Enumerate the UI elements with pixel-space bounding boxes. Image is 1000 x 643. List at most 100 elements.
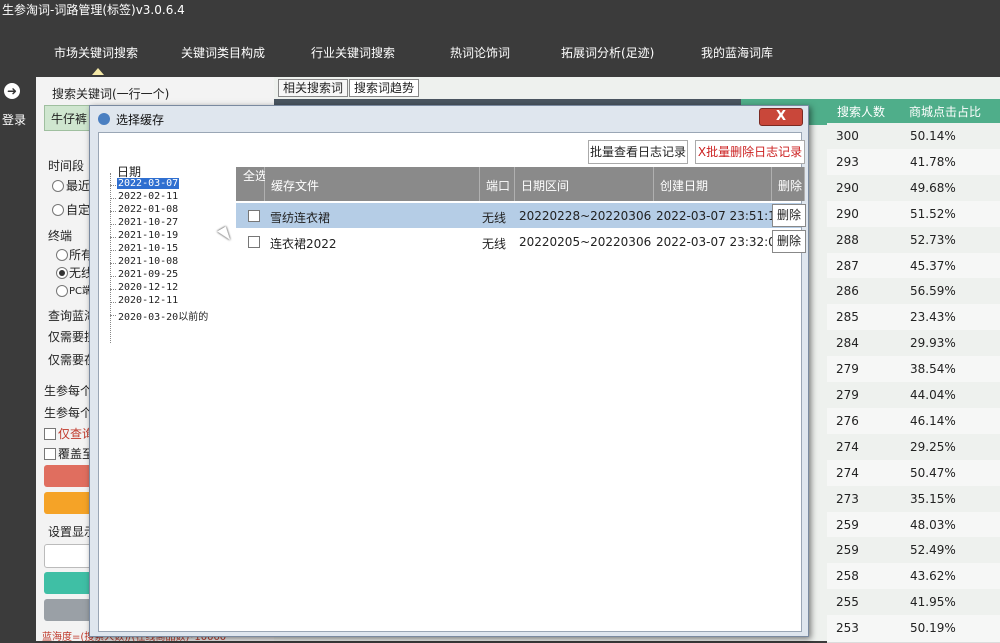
tree-date-item[interactable]: 2022-03-07 (117, 178, 180, 189)
tree-date-item[interactable]: 2020-03-20以前的 (117, 308, 209, 323)
searchers-value: 274 (836, 439, 859, 454)
grid-row[interactable]: 290 49.68% (827, 174, 1000, 203)
grid-row[interactable]: 273 35.15% (827, 485, 1000, 514)
searchers-value: 259 (836, 517, 859, 532)
col-searchers[interactable]: 搜索人数 (837, 99, 885, 125)
searchers-value: 259 (836, 543, 859, 558)
grid-row[interactable]: 285 23.43% (827, 304, 1000, 333)
searchers-value: 258 (836, 569, 859, 584)
col-click-ratio[interactable]: 商城点击占比 (909, 99, 981, 125)
grid-row[interactable]: 276 46.14% (827, 407, 1000, 436)
grid-row[interactable]: 288 52.73% (827, 226, 1000, 255)
row-date-range: 20220205~20220306 (519, 235, 652, 249)
tree-connector (110, 302, 116, 303)
tree-date-item[interactable]: 2021-10-27 (117, 217, 179, 228)
tree-connector (110, 250, 116, 251)
cover-checkbox[interactable] (44, 448, 56, 460)
tab-my-blue-ocean[interactable]: 我的蓝海词库 (701, 44, 773, 61)
tree-date-item[interactable]: 2020-12-12 (117, 282, 179, 293)
grid-row[interactable]: 279 38.54% (827, 356, 1000, 385)
grid-row[interactable]: 286 56.59% (827, 278, 1000, 307)
grid-row[interactable]: 287 45.37% (827, 252, 1000, 281)
grid-row[interactable]: 279 44.04% (827, 382, 1000, 410)
active-tab-indicator (92, 68, 104, 75)
term-pc-radio[interactable] (56, 285, 68, 297)
row-delete-button[interactable]: 删除 (772, 204, 806, 227)
tree-connector (110, 211, 116, 212)
tab-word-trend[interactable]: 搜索词趋势 (349, 79, 420, 97)
tree-connector (110, 263, 116, 264)
login-label[interactable]: 登录 (2, 111, 26, 128)
grid-row[interactable]: 255 41.95% (827, 589, 1000, 618)
searchers-value: 279 (836, 362, 859, 377)
tab-related-words[interactable]: 相关搜索词 (278, 79, 349, 97)
tab-hot-words[interactable]: 热词论饰词 (450, 44, 510, 61)
tab-industry-keyword-search[interactable]: 行业关键词搜索 (311, 44, 395, 61)
login-arrow-icon[interactable]: ➜ (4, 83, 20, 99)
time-custom-radio[interactable] (52, 204, 64, 216)
click-ratio-value: 41.78% (910, 154, 956, 169)
tree-date-item[interactable]: 2021-10-19 (117, 230, 179, 241)
row-checkbox[interactable] (248, 210, 260, 222)
tree-connector (110, 289, 116, 290)
grid-row[interactable]: 293 41.78% (827, 148, 1000, 177)
header-select-all[interactable]: 全选 (236, 167, 267, 201)
time-recent-radio[interactable] (52, 180, 64, 192)
only-query-checkbox[interactable] (44, 428, 56, 440)
each-setting-2: 生参每个 (44, 406, 93, 420)
tree-connector (110, 185, 116, 186)
batch-delete-logs-button[interactable]: X批量删除日志记录 (695, 140, 805, 164)
mouse-cursor-icon (217, 226, 233, 244)
click-ratio-value: 41.95% (910, 595, 956, 610)
tree-date-item[interactable]: 2021-10-15 (117, 243, 179, 254)
click-ratio-value: 48.03% (910, 517, 956, 532)
searchers-value: 293 (836, 154, 859, 169)
time-recent-label: 最近 (66, 179, 91, 193)
grid-row[interactable]: 290 51.52% (827, 200, 1000, 229)
grid-row[interactable]: 258 43.62% (827, 563, 1000, 592)
tab-keyword-category[interactable]: 关键词类目构成 (181, 44, 265, 61)
app-title: 生参淘词-词路管理(标签)v3.0.6.4 (2, 3, 185, 17)
tree-date-item[interactable]: 2021-10-08 (117, 256, 179, 267)
click-ratio-value: 52.49% (910, 543, 956, 558)
term-all-radio[interactable] (56, 249, 68, 261)
grid-row[interactable]: 253 50.19% (827, 615, 1000, 643)
click-ratio-value: 50.19% (910, 621, 956, 636)
click-ratio-value: 38.54% (910, 362, 956, 377)
tree-date-item[interactable]: 2022-02-11 (117, 191, 179, 202)
tree-connector (110, 237, 116, 238)
main-nav: 市场关键词搜索 关键词类目构成 行业关键词搜索 热词论饰词 拓展词分析(足迹) … (0, 22, 1000, 77)
term-wireless-radio[interactable] (56, 267, 68, 279)
searchers-value: 273 (836, 491, 859, 506)
cache-row[interactable]: 雪纺连衣裙 无线 20220228~20220306 2022-03-07 23:51… (236, 203, 806, 228)
cache-row[interactable]: 连衣裙2022 无线 20220205~20220306 2022-03-07 23:… (236, 229, 806, 254)
dialog-titlebar: 选择缓存 X (90, 106, 808, 132)
click-ratio-value: 35.15% (910, 491, 956, 506)
tab-extension-analysis[interactable]: 拓展词分析(足迹) (561, 44, 654, 61)
tree-date-item[interactable]: 2022-01-08 (117, 204, 179, 215)
searchers-value: 300 (836, 129, 859, 143)
searchers-value: 290 (836, 180, 859, 195)
grid-row[interactable]: 300 50.14% (827, 123, 1000, 151)
row-file: 连衣裙2022 (270, 237, 337, 251)
click-ratio-value: 44.04% (910, 388, 956, 402)
row-checkbox[interactable] (248, 236, 260, 248)
row-port: 无线 (482, 237, 507, 251)
tab-market-keyword-search[interactable]: 市场关键词搜索 (54, 44, 138, 61)
grid-row[interactable]: 284 29.93% (827, 330, 1000, 359)
tree-date-item[interactable]: 2020-12-11 (117, 295, 179, 306)
tree-date-item[interactable]: 2021-09-25 (117, 269, 179, 280)
close-button[interactable]: X (759, 108, 803, 126)
searchers-value: 253 (836, 621, 859, 636)
tree-connector (110, 315, 116, 316)
grid-row[interactable]: 274 50.47% (827, 459, 1000, 488)
searchers-value: 290 (836, 206, 859, 221)
grid-row[interactable]: 259 48.03% (827, 511, 1000, 540)
select-cache-dialog: 选择缓存 X 日期 2022-03-07 2022-02-11 2022-01-08… (89, 105, 809, 637)
click-ratio-value: 49.68% (910, 180, 956, 195)
batch-view-logs-button[interactable]: 批量查看日志记录 (588, 140, 688, 164)
click-ratio-value: 50.47% (910, 465, 956, 480)
grid-row[interactable]: 274 29.25% (827, 433, 1000, 462)
row-delete-button[interactable]: 删除 (772, 230, 806, 253)
grid-row[interactable]: 259 52.49% (827, 537, 1000, 566)
